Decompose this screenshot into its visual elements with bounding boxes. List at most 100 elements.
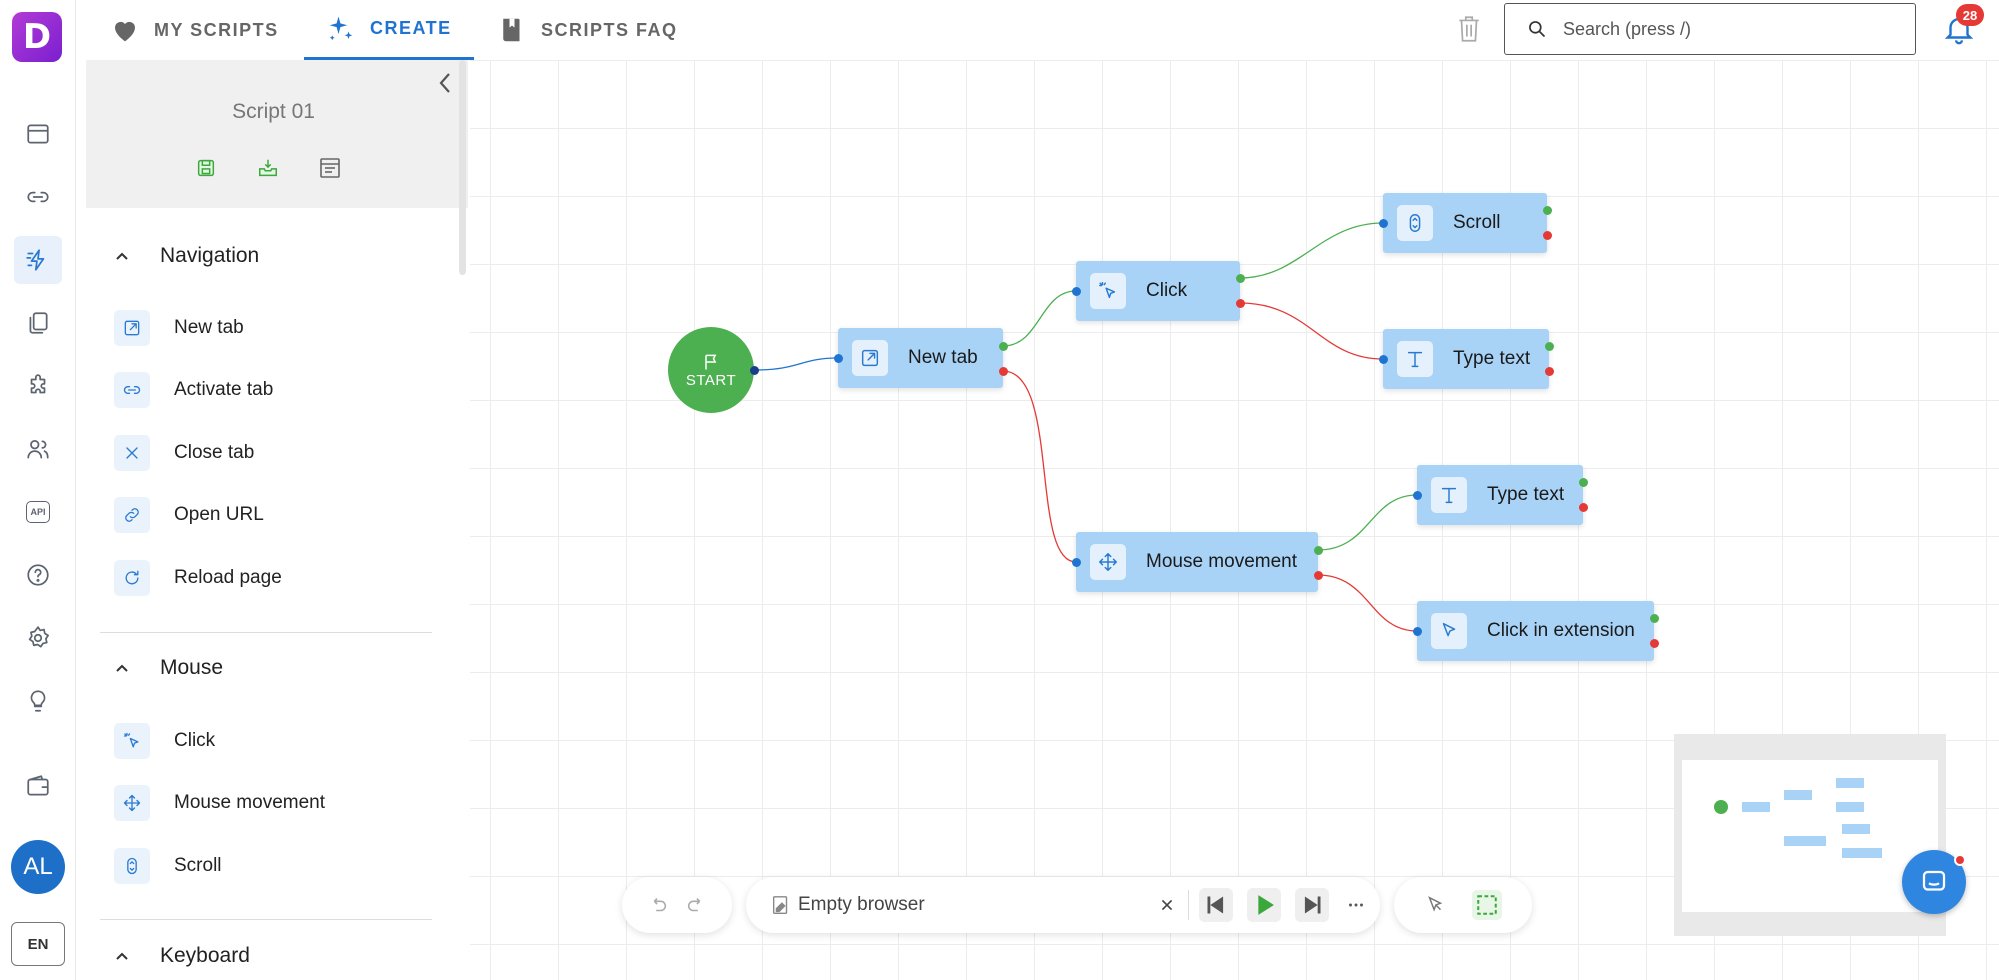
node-click[interactable]: Click — [1076, 261, 1240, 321]
node-success-port[interactable] — [1314, 546, 1323, 555]
heart-icon — [115, 21, 135, 42]
tab-my-scripts[interactable]: MY SCRIPTS — [110, 0, 279, 60]
node-success-port[interactable] — [1543, 206, 1552, 215]
node-click-in-extension[interactable]: Click in extension — [1417, 601, 1654, 661]
search-icon — [1529, 21, 1546, 38]
node-input-port[interactable] — [1413, 627, 1422, 636]
more-options-icon[interactable] — [1345, 894, 1367, 916]
select-pointer-icon[interactable] — [1424, 894, 1446, 916]
minimap-node — [1842, 848, 1882, 858]
chevron-up-icon — [116, 952, 128, 960]
copy-documents-icon[interactable] — [14, 299, 62, 347]
node-input-port[interactable] — [1072, 287, 1081, 296]
node-success-port[interactable] — [1579, 478, 1588, 487]
node-input-port[interactable] — [1379, 355, 1388, 364]
node-fail-port[interactable] — [1236, 299, 1245, 308]
node-fail-port[interactable] — [1314, 571, 1323, 580]
action-new-tab[interactable]: New tab — [114, 310, 244, 346]
text-t-icon — [1431, 477, 1467, 513]
chevron-up-icon — [116, 252, 128, 260]
app-logo[interactable]: D — [12, 12, 62, 62]
chevron-up-icon — [116, 664, 128, 672]
minimap[interactable] — [1674, 734, 1946, 936]
export-tray-icon[interactable] — [256, 156, 280, 180]
action-open-url[interactable]: Open URL — [114, 497, 264, 533]
save-icon[interactable] — [194, 156, 218, 180]
wallet-icon[interactable] — [14, 762, 62, 810]
tab-scripts-faq[interactable]: SCRIPTS FAQ — [497, 0, 678, 60]
external-link-icon — [852, 340, 888, 376]
action-close-tab[interactable]: Close tab — [114, 435, 254, 471]
script-name[interactable]: Script 01 — [86, 100, 461, 124]
section-navigation[interactable]: Navigation — [114, 244, 259, 268]
close-icon[interactable] — [1156, 894, 1178, 916]
action-mouse-movement[interactable]: Mouse movement — [114, 785, 325, 821]
node-fail-port[interactable] — [999, 367, 1008, 376]
toolbar-separator — [1188, 890, 1189, 920]
close-x-icon — [114, 435, 150, 471]
node-fail-port[interactable] — [1543, 231, 1552, 240]
node-success-port[interactable] — [1236, 274, 1245, 283]
step-back-icon[interactable] — [1199, 888, 1233, 922]
link-icon[interactable] — [14, 173, 62, 221]
action-library-sidebar: Script 01 Navigation New tab Activate ta… — [86, 60, 468, 980]
tab-create[interactable]: CREATE — [304, 0, 474, 60]
action-scroll[interactable]: Scroll — [114, 848, 222, 884]
team-users-icon[interactable] — [14, 425, 62, 473]
language-switcher[interactable]: EN — [11, 922, 65, 966]
node-input-port[interactable] — [1413, 491, 1422, 500]
start-output-port[interactable] — [750, 366, 759, 375]
node-success-port[interactable] — [1650, 614, 1659, 623]
node-mouse-movement[interactable]: Mouse movement — [1076, 532, 1318, 592]
extensions-puzzle-icon[interactable] — [14, 362, 62, 410]
node-type-text[interactable]: Type text — [1417, 465, 1583, 525]
node-input-port[interactable] — [834, 354, 843, 363]
left-rail: D API AL EN — [0, 0, 76, 980]
trash-icon[interactable] — [1456, 14, 1482, 44]
scroll-mouse-icon — [114, 848, 150, 884]
node-scroll[interactable]: Scroll — [1383, 193, 1547, 253]
node-fail-port[interactable] — [1579, 503, 1588, 512]
scripts-create-icon[interactable] — [14, 236, 62, 284]
move-arrows-icon — [1090, 544, 1126, 580]
node-new-tab[interactable]: New tab — [838, 328, 1003, 388]
node-success-port[interactable] — [1545, 342, 1554, 351]
sidebar-scrollbar[interactable] — [459, 60, 466, 275]
minimap-start — [1714, 800, 1728, 814]
action-activate-tab[interactable]: Activate tab — [114, 372, 273, 408]
node-fail-port[interactable] — [1650, 639, 1659, 648]
chat-bubble-icon — [1922, 870, 1946, 891]
node-input-port[interactable] — [1072, 558, 1081, 567]
start-node[interactable]: START — [668, 327, 754, 413]
player-bar: Empty browser — [746, 877, 1380, 933]
action-click[interactable]: Click — [114, 723, 215, 759]
lightbulb-icon[interactable] — [14, 677, 62, 725]
redo-icon[interactable] — [685, 894, 707, 916]
help-question-icon[interactable] — [14, 551, 62, 599]
collapse-chevron-left-icon[interactable] — [434, 70, 456, 96]
section-keyboard[interactable]: Keyboard — [114, 944, 250, 968]
scroll-mouse-icon — [1397, 205, 1433, 241]
user-avatar[interactable]: AL — [11, 840, 65, 894]
book-icon — [503, 18, 520, 42]
play-icon[interactable] — [1247, 888, 1281, 922]
flag-icon — [705, 354, 717, 369]
step-forward-icon[interactable] — [1295, 888, 1329, 922]
node-input-port[interactable] — [1379, 219, 1388, 228]
node-success-port[interactable] — [999, 342, 1008, 351]
node-fail-port[interactable] — [1545, 367, 1554, 376]
search-input[interactable]: Search (press /) — [1504, 3, 1916, 55]
chat-unread-dot — [1954, 854, 1966, 866]
click-pointer-icon — [114, 723, 150, 759]
browser-profile-label[interactable]: Empty browser — [798, 894, 1148, 916]
undo-icon[interactable] — [647, 894, 669, 916]
selection-tools-group — [1394, 877, 1532, 933]
browser-window-icon[interactable] — [14, 110, 62, 158]
box-select-icon[interactable] — [1472, 890, 1502, 920]
action-reload-page[interactable]: Reload page — [114, 560, 282, 596]
node-type-text[interactable]: Type text — [1383, 329, 1549, 389]
api-icon[interactable]: API — [14, 488, 62, 536]
settings-gear-icon[interactable] — [14, 614, 62, 662]
section-mouse[interactable]: Mouse — [114, 656, 223, 680]
notes-document-icon[interactable] — [318, 156, 342, 180]
